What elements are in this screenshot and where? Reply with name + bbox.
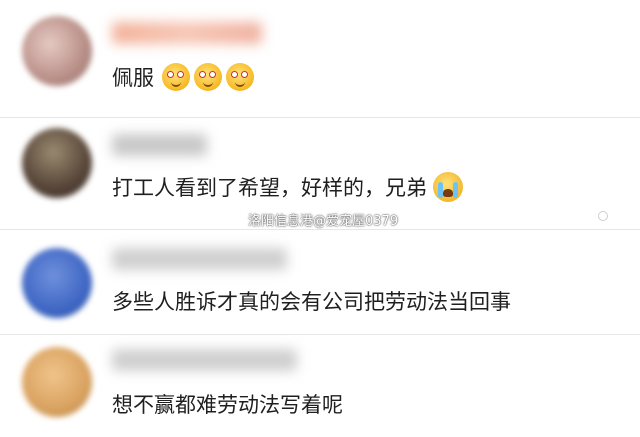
username-redacted xyxy=(112,22,262,44)
username-redacted xyxy=(112,134,207,156)
comment-item: 佩服 xyxy=(0,0,640,118)
comment-text-row: 多些人胜诉才真的会有公司把劳动法当回事 xyxy=(112,284,511,318)
comment-text: 打工人看到了希望，好样的，兄弟 xyxy=(112,176,427,200)
avatar[interactable] xyxy=(22,128,92,198)
avatar[interactable] xyxy=(22,16,92,86)
comment-item: 想不赢都难劳动法写着呢 xyxy=(0,335,640,437)
comment-text: 佩服 xyxy=(112,66,154,90)
avatar[interactable] xyxy=(22,248,92,318)
avatar[interactable] xyxy=(22,347,92,417)
username-redacted xyxy=(112,349,297,371)
sweat-smile-emoji-icon xyxy=(194,63,222,91)
comment-item: 多些人胜诉才真的会有公司把劳动法当回事 xyxy=(0,230,640,335)
username-redacted xyxy=(112,248,287,270)
comment-text: 多些人胜诉才真的会有公司把劳动法当回事 xyxy=(112,290,511,314)
comment-text: 想不赢都难劳动法写着呢 xyxy=(112,393,343,417)
sweat-smile-emoji-icon xyxy=(226,63,254,91)
crying-emoji-icon xyxy=(433,172,463,202)
comment-text-row: 想不赢都难劳动法写着呢 xyxy=(112,387,343,421)
comment-item: 打工人看到了希望，好样的，兄弟 洛阳信息港@爱宠屋0379 xyxy=(0,118,640,230)
status-dot xyxy=(598,211,608,221)
comment-text-row: 打工人看到了希望，好样的，兄弟 xyxy=(112,170,463,204)
sweat-smile-emoji-icon xyxy=(162,63,190,91)
watermark: 洛阳信息港@爱宠屋0379 xyxy=(248,214,399,229)
comment-text-row: 佩服 xyxy=(112,62,254,92)
